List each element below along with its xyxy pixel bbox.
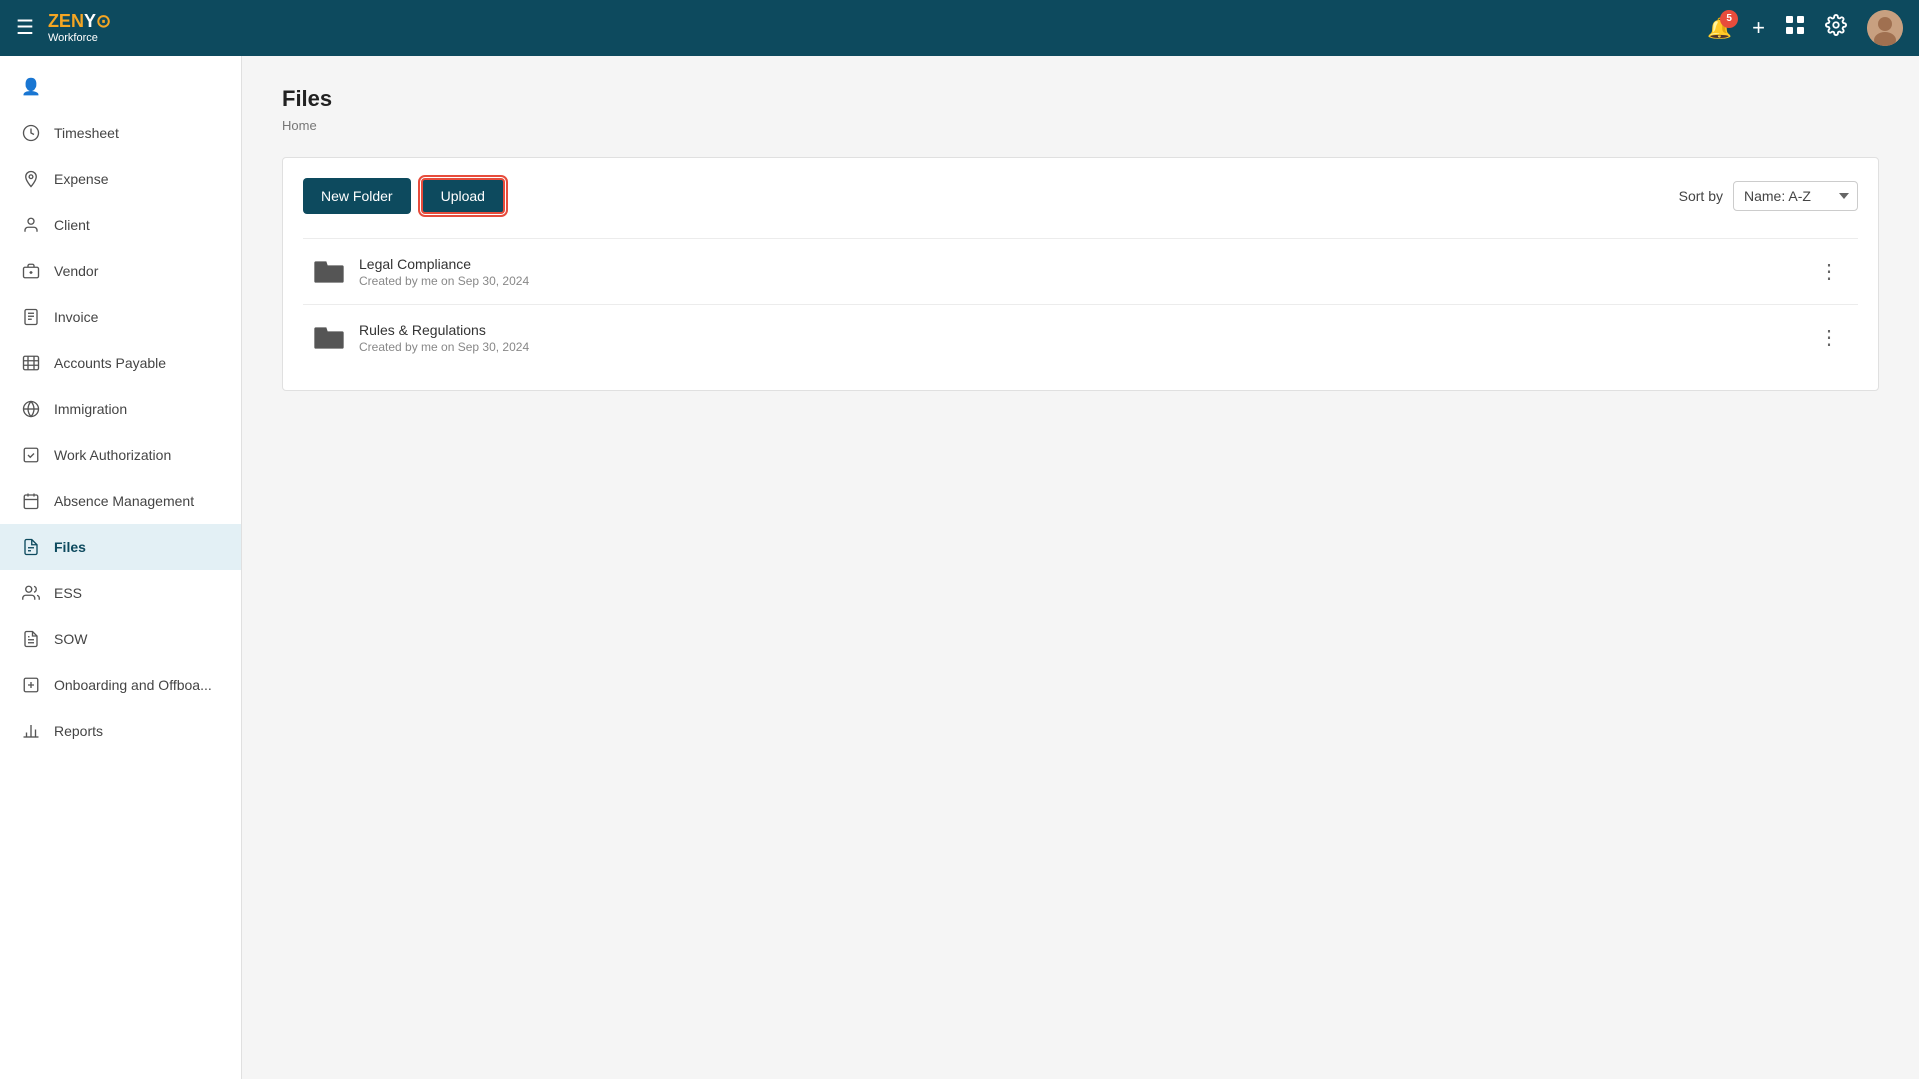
page-title: Files [282,86,1879,112]
sidebar-item-label: Files [54,539,86,555]
header-left: ☰ ZENY⊙ Workforce [16,12,111,44]
sidebar-item-client[interactable]: Client [0,202,241,248]
file-row[interactable]: Legal Compliance Created by me on Sep 30… [303,238,1858,304]
logo-brand: ZENY⊙ [48,12,111,32]
reports-icon [20,720,42,742]
files-panel: New Folder Upload Sort by Name: A-Z Name… [282,157,1879,391]
sidebar-item-label: Absence Management [54,493,194,509]
upload-button[interactable]: Upload [421,178,505,214]
sort-label: Sort by [1679,188,1723,204]
sidebar: 👤 Timesheet [0,56,242,1079]
new-folder-button[interactable]: New Folder [303,178,411,214]
logo-sub: Workforce [48,32,111,44]
sidebar-item-expense[interactable]: Expense [0,156,241,202]
notification-icon[interactable]: 🔔 5 [1707,16,1732,41]
sidebar-item-label: Client [54,217,90,233]
file-meta: Created by me on Sep 30, 2024 [359,340,1811,354]
sidebar-item-label: Accounts Payable [54,355,166,371]
partial-icon: 👤 [20,76,42,98]
client-icon [20,214,42,236]
work-authorization-icon [20,444,42,466]
header-right: 🔔 5 + [1707,10,1903,46]
sidebar-scroll: 👤 Timesheet [0,56,241,1079]
sidebar-item-files[interactable]: Files [0,524,241,570]
sort-select[interactable]: Name: A-Z Name: Z-A Date: Newest Date: O… [1733,181,1858,211]
sidebar-item-label: Immigration [54,401,127,417]
sidebar-item-label: Onboarding and Offboa... [54,677,212,693]
file-meta: Created by me on Sep 30, 2024 [359,274,1811,288]
sidebar-item-label: ESS [54,585,82,601]
toolbar: New Folder Upload Sort by Name: A-Z Name… [303,178,1858,214]
logo-container: ZENY⊙ Workforce [48,12,111,44]
sidebar-item-label: Expense [54,171,108,187]
file-info: Rules & Regulations Created by me on Sep… [359,322,1811,354]
sidebar-item-label: Reports [54,723,103,739]
sidebar-item-ess[interactable]: ESS [0,570,241,616]
folder-icon [313,256,345,288]
ess-icon [20,582,42,604]
absence-management-icon [20,490,42,512]
accounts-payable-icon [20,352,42,374]
file-options-button[interactable]: ⋮ [1811,321,1848,354]
sidebar-item-label: Invoice [54,309,98,325]
folder-icon [313,322,345,354]
sidebar-item-work-authorization[interactable]: Work Authorization [0,432,241,478]
sidebar-item-partial[interactable]: 👤 [0,64,241,110]
avatar[interactable] [1867,10,1903,46]
file-name: Legal Compliance [359,256,1811,272]
invoice-icon [20,306,42,328]
sidebar-item-sow[interactable]: SOW [0,616,241,662]
onboarding-icon [20,674,42,696]
add-icon[interactable]: + [1752,15,1765,41]
sidebar-item-label: SOW [54,631,87,647]
sidebar-item-onboarding[interactable]: Onboarding and Offboa... [0,662,241,708]
top-header: ☰ ZENY⊙ Workforce 🔔 5 + [0,0,1919,56]
file-name: Rules & Regulations [359,322,1811,338]
sidebar-item-vendor[interactable]: Vendor [0,248,241,294]
file-row[interactable]: Rules & Regulations Created by me on Sep… [303,304,1858,370]
timesheet-icon [20,122,42,144]
sort-area: Sort by Name: A-Z Name: Z-A Date: Newest… [1679,181,1858,211]
immigration-icon [20,398,42,420]
notification-badge: 5 [1720,10,1738,28]
sidebar-item-label: Work Authorization [54,447,171,463]
sidebar-item-accounts-payable[interactable]: Accounts Payable [0,340,241,386]
hamburger-icon[interactable]: ☰ [16,15,34,40]
toolbar-left: New Folder Upload [303,178,505,214]
sidebar-item-timesheet[interactable]: Timesheet [0,110,241,156]
logo: ZENY⊙ Workforce [48,12,111,44]
sow-icon [20,628,42,650]
sidebar-item-label: Timesheet [54,125,119,141]
file-info: Legal Compliance Created by me on Sep 30… [359,256,1811,288]
sidebar-item-immigration[interactable]: Immigration [0,386,241,432]
vendor-icon [20,260,42,282]
main-layout: 👤 Timesheet [0,56,1919,1079]
settings-icon[interactable] [1825,14,1847,42]
file-options-button[interactable]: ⋮ [1811,255,1848,288]
expense-icon [20,168,42,190]
sidebar-item-absence-management[interactable]: Absence Management [0,478,241,524]
breadcrumb: Home [282,118,1879,133]
sidebar-item-reports[interactable]: Reports [0,708,241,754]
files-icon [20,536,42,558]
grid-icon[interactable] [1785,15,1805,41]
content-area: Files Home New Folder Upload Sort by Nam… [242,56,1919,1079]
sidebar-item-label: Vendor [54,263,98,279]
sidebar-item-invoice[interactable]: Invoice [0,294,241,340]
